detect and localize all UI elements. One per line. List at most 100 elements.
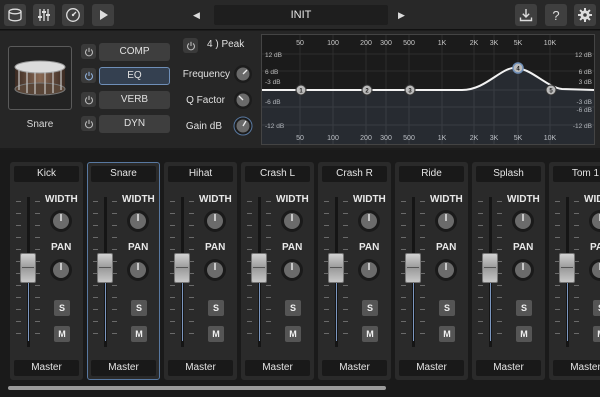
output-routing[interactable]: Master	[91, 360, 156, 376]
width-knob[interactable]	[588, 209, 600, 233]
pan-knob[interactable]	[280, 258, 304, 282]
next-preset-button[interactable]: ▶	[398, 8, 405, 22]
eq-button[interactable]: EQ	[99, 67, 170, 85]
channel-name[interactable]: Splash	[476, 166, 541, 182]
output-routing[interactable]: Master	[14, 360, 79, 376]
comp-power-icon[interactable]	[81, 44, 96, 59]
volume-fader[interactable]	[20, 253, 36, 283]
channel-name[interactable]: Crash L	[245, 166, 310, 182]
q-factor-knob[interactable]	[233, 90, 253, 110]
eq-power-icon[interactable]	[81, 68, 96, 83]
drum-kit-icon[interactable]	[4, 4, 26, 26]
channel-strip[interactable]: Kick WIDTH PAN S M Master	[10, 162, 83, 380]
channel-strip[interactable]: Crash R WIDTH PAN S M Master	[318, 162, 391, 380]
prev-preset-button[interactable]: ◀	[193, 8, 200, 22]
output-routing[interactable]: Master	[245, 360, 310, 376]
solo-button[interactable]: S	[285, 300, 301, 316]
eq-node-4[interactable]: 4	[512, 62, 524, 74]
solo-button[interactable]: S	[208, 300, 224, 316]
width-knob[interactable]	[357, 209, 381, 233]
output-routing[interactable]: Master	[476, 360, 541, 376]
mute-button[interactable]: M	[285, 326, 301, 342]
channel-strip[interactable]: Snare WIDTH PAN S M Master	[87, 162, 160, 380]
eq-node-1[interactable]: 1	[295, 84, 307, 96]
horizontal-scrollbar[interactable]	[0, 383, 600, 397]
gauge-icon[interactable]	[62, 4, 84, 26]
channel-name[interactable]: Ride	[399, 166, 464, 182]
fader-tick	[555, 285, 560, 286]
mute-button[interactable]: M	[208, 326, 224, 342]
output-routing[interactable]: Master	[553, 360, 600, 376]
solo-button[interactable]: S	[362, 300, 378, 316]
solo-button[interactable]: S	[54, 300, 70, 316]
solo-button[interactable]: S	[439, 300, 455, 316]
width-knob[interactable]	[280, 209, 304, 233]
width-knob[interactable]	[511, 209, 535, 233]
mixer-sliders-icon[interactable]	[33, 4, 55, 26]
comp-button[interactable]: COMP	[99, 43, 170, 61]
mute-button[interactable]: M	[593, 326, 600, 342]
fader-tick	[16, 333, 21, 334]
scrollbar-thumb[interactable]	[8, 386, 386, 390]
output-routing[interactable]: Master	[399, 360, 464, 376]
width-knob[interactable]	[49, 209, 73, 233]
output-routing[interactable]: Master	[322, 360, 387, 376]
mute-button[interactable]: M	[439, 326, 455, 342]
output-routing[interactable]: Master	[168, 360, 233, 376]
help-icon[interactable]: ?	[545, 4, 567, 26]
preset-name: INIT	[290, 9, 312, 21]
pan-knob[interactable]	[588, 258, 600, 282]
width-knob[interactable]	[203, 209, 227, 233]
dyn-power-icon[interactable]	[81, 116, 96, 131]
gain-db-knob[interactable]	[233, 116, 253, 136]
mute-button[interactable]: M	[131, 326, 147, 342]
eq-node-5[interactable]: 5	[545, 84, 557, 96]
eq-node-2[interactable]: 2	[361, 84, 373, 96]
channel-strip[interactable]: Ride WIDTH PAN S M Master	[395, 162, 468, 380]
play-icon[interactable]	[92, 4, 114, 26]
verb-power-icon[interactable]	[81, 92, 96, 107]
solo-button[interactable]: S	[516, 300, 532, 316]
width-knob[interactable]	[126, 209, 150, 233]
fader-tick	[555, 225, 560, 226]
frequency-knob[interactable]	[233, 64, 253, 84]
volume-fader[interactable]	[482, 253, 498, 283]
channel-name[interactable]: Snare	[91, 166, 156, 182]
fader-tick	[343, 309, 348, 310]
volume-fader[interactable]	[174, 253, 190, 283]
volume-fader[interactable]	[405, 253, 421, 283]
band-power-icon[interactable]	[183, 38, 198, 53]
channel-name[interactable]: Tom 1	[553, 166, 600, 182]
channel-strip[interactable]: Crash L WIDTH PAN S M Master	[241, 162, 314, 380]
dyn-button[interactable]: DYN	[99, 115, 170, 133]
pan-knob[interactable]	[511, 258, 535, 282]
pan-knob[interactable]	[49, 258, 73, 282]
volume-fader[interactable]	[328, 253, 344, 283]
verb-button[interactable]: VERB	[99, 91, 170, 109]
width-knob[interactable]	[434, 209, 458, 233]
pan-knob[interactable]	[203, 258, 227, 282]
volume-fader[interactable]	[97, 253, 113, 283]
fader-tick	[189, 309, 194, 310]
channel-strip[interactable]: Hihat WIDTH PAN S M Master	[164, 162, 237, 380]
eq-graph[interactable]: 50 100 200 300 500 1K 2K 3K 5K 10K 50 10…	[261, 34, 595, 145]
channel-strip[interactable]: Splash WIDTH PAN S M Master	[472, 162, 545, 380]
channel-strip[interactable]: Tom 1 WIDTH PAN SM Master	[549, 162, 600, 380]
volume-fader[interactable]	[251, 253, 267, 283]
eq-node-3[interactable]: 3	[404, 84, 416, 96]
volume-fader[interactable]	[559, 253, 575, 283]
mute-button[interactable]: M	[516, 326, 532, 342]
channel-name[interactable]: Hihat	[168, 166, 233, 182]
channel-name[interactable]: Crash R	[322, 166, 387, 182]
channel-name[interactable]: Kick	[14, 166, 79, 182]
mute-button[interactable]: M	[362, 326, 378, 342]
pan-knob[interactable]	[357, 258, 381, 282]
gear-icon[interactable]	[574, 4, 596, 26]
solo-button[interactable]: S	[131, 300, 147, 316]
export-icon[interactable]	[515, 4, 537, 26]
mute-button[interactable]: M	[54, 326, 70, 342]
snare-drum-image[interactable]	[8, 46, 72, 110]
solo-button[interactable]: S	[593, 300, 600, 316]
pan-knob[interactable]	[126, 258, 150, 282]
pan-knob[interactable]	[434, 258, 458, 282]
